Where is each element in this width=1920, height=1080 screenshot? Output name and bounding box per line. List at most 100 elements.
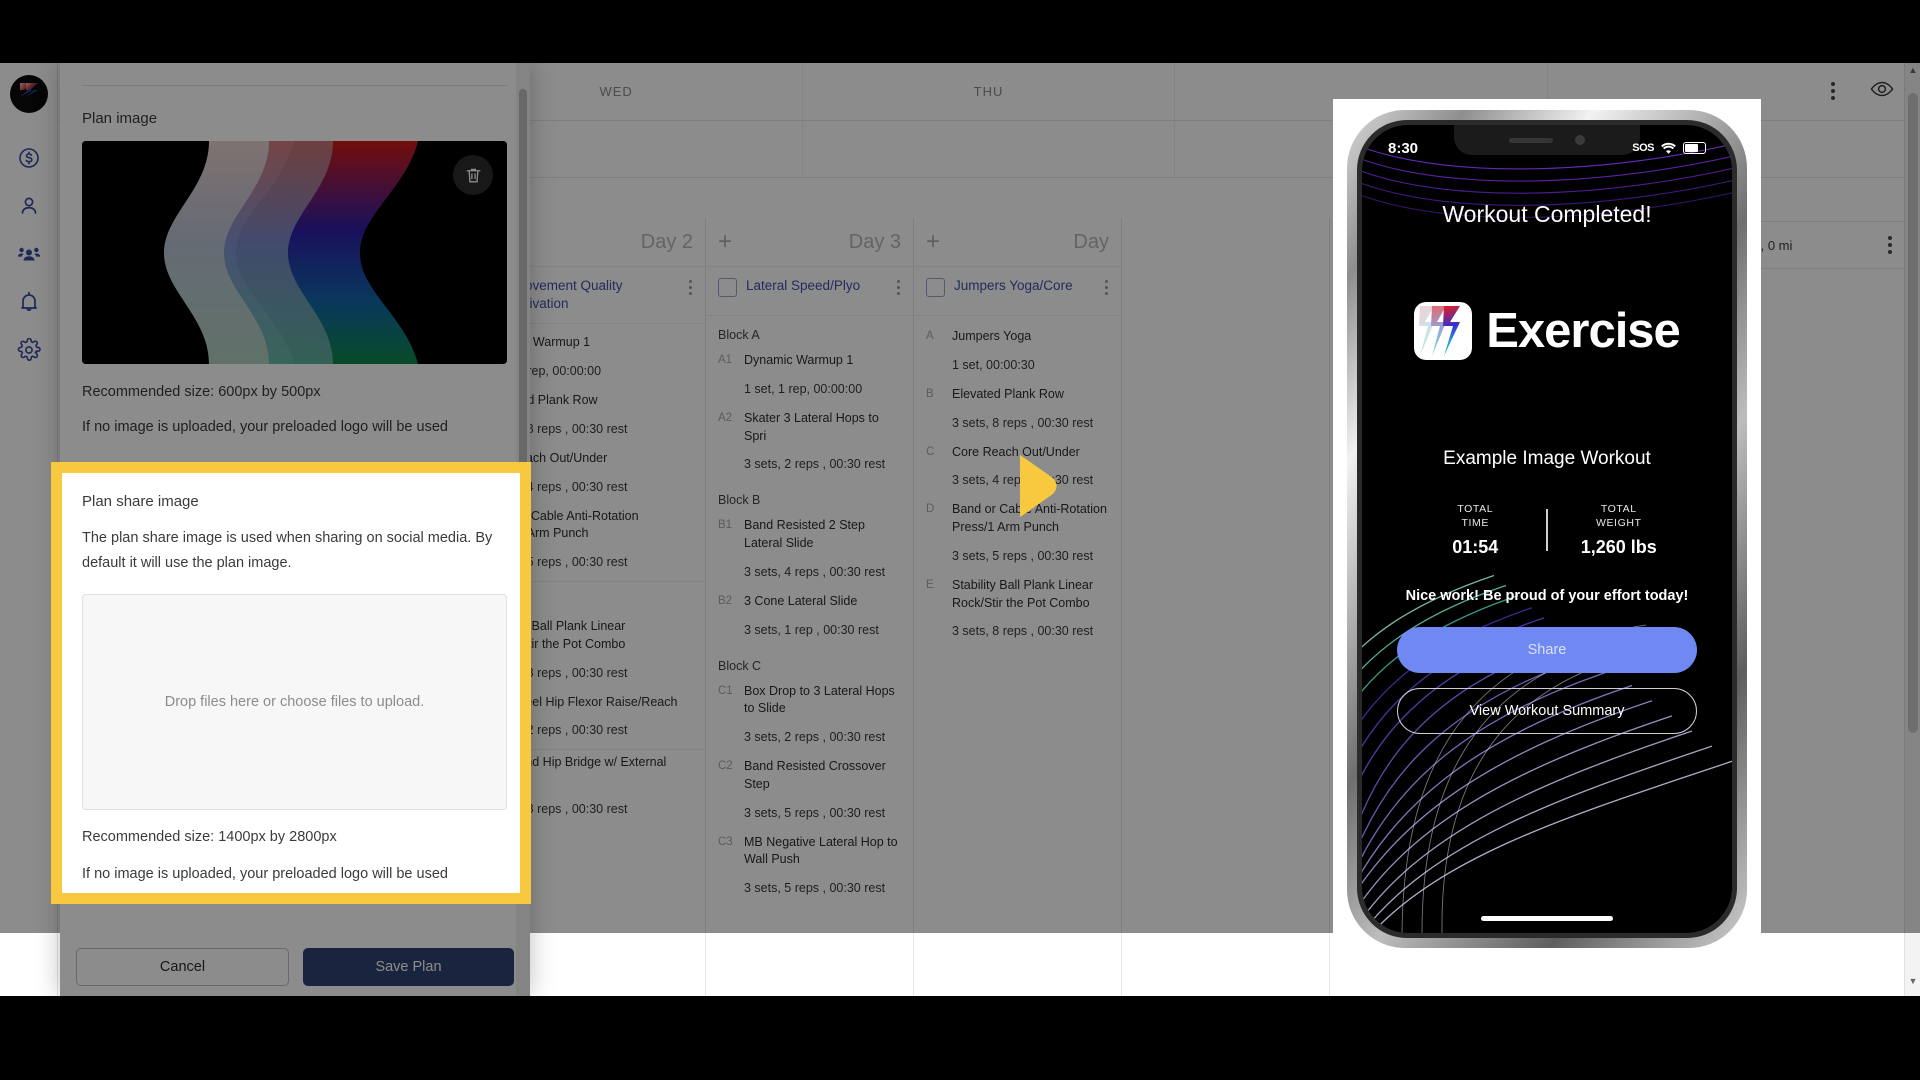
- day-label: Day: [1073, 230, 1109, 253]
- exercise-name: Reach Out/Under: [510, 450, 608, 465]
- preview-eye-icon[interactable]: [1870, 80, 1894, 103]
- sidebar-item-clients[interactable]: [12, 189, 46, 223]
- list-item[interactable]: A2 Skater 3 Lateral Hops to Spri 3 sets,…: [706, 406, 913, 482]
- exercise-meta: 3 sets, 8 reps , 00:30 rest: [952, 624, 1094, 639]
- exercise-meta: 3 sets, 8 reps , 00:30 rest: [952, 415, 1094, 430]
- exercise-name: Jumpers Yoga: [952, 329, 1032, 343]
- list-item[interactable]: D Band or Cable Anti-Rotation Press/1 Ar…: [914, 497, 1121, 573]
- trash-icon: [465, 168, 481, 183]
- list-item[interactable]: B2 3 Cone Lateral Slide 3 sets, 1 rep , …: [706, 589, 913, 647]
- plan-image-fallback-note: If no image is uploaded, your preloaded …: [82, 419, 448, 435]
- modal-footer: Cancel Save Plan: [60, 948, 530, 986]
- brand-name: Exercise: [1486, 304, 1681, 358]
- exercise-name: Band or Cable Anti-Rotation Press/1 Arm …: [952, 502, 1107, 534]
- left-icon-rail: [0, 63, 58, 996]
- plan-share-image-highlight: Plan share image The plan share image is…: [51, 462, 531, 904]
- list-item[interactable]: C1 Box Drop to 3 Lateral Hops to Slide 3…: [706, 679, 913, 755]
- exercise-tag: C2: [718, 760, 733, 772]
- phone-frame: 8:30 SOS Workout Completed! Exercise Exa…: [1347, 110, 1747, 948]
- status-bar: 8:30 SOS: [1362, 137, 1732, 159]
- list-item[interactable]: C3 MB Negative Lateral Hop to Wall Push …: [706, 830, 913, 906]
- exercise-name: ility Ball Plank Linear k/Stir the Pot C…: [510, 619, 626, 651]
- sidebar-item-notifications[interactable]: [12, 285, 46, 319]
- list-item[interactable]: B1 Band Resisted 2 Step Lateral Slide 3 …: [706, 513, 913, 589]
- exercise-tag: A2: [718, 411, 733, 424]
- view-workout-summary-button[interactable]: View Workout Summary: [1397, 688, 1697, 735]
- save-plan-button[interactable]: Save Plan: [303, 948, 514, 986]
- cancel-button[interactable]: Cancel: [76, 948, 289, 986]
- exercise-meta: ts, 2 reps , 00:30 rest: [510, 723, 628, 738]
- exercise-tag: C: [926, 445, 935, 458]
- exercise-meta: ts, 8 reps , 00:30 rest: [510, 421, 628, 436]
- exercise-list: A Jumpers Yoga 1 set, 00:00:30 B Elevate…: [914, 316, 1121, 648]
- workout-header[interactable]: Jumpers Yoga/Core: [914, 266, 1121, 316]
- scroll-up-arrow[interactable]: ▲: [1905, 65, 1920, 83]
- stat-chip-kebab-icon[interactable]: [1888, 233, 1893, 257]
- board-kebab-icon[interactable]: [1831, 79, 1836, 103]
- exercise-name: 3 Cone Lateral Slide: [744, 593, 858, 608]
- exercise-meta: ts, 8 reps , 00:30 rest: [510, 801, 628, 816]
- sidebar-item-settings[interactable]: [12, 333, 46, 367]
- delete-plan-image-button[interactable]: [453, 155, 493, 195]
- workout-header[interactable]: Lateral Speed/Plyo: [706, 266, 913, 316]
- add-day-icon[interactable]: +: [926, 230, 940, 254]
- workout-kebab-icon[interactable]: [1105, 277, 1111, 298]
- list-item[interactable]: C Core Reach Out/Under 3 sets, 4 reps , …: [914, 440, 1121, 498]
- list-item[interactable]: A Jumpers Yoga 1 set, 00:00:30: [914, 324, 1121, 382]
- workout-title: Jumpers Yoga/Core: [954, 278, 1073, 293]
- exercise-meta: 3 sets, 5 reps , 00:30 rest: [952, 548, 1094, 563]
- add-day-icon[interactable]: +: [718, 230, 732, 254]
- day-label: Day 3: [848, 230, 901, 253]
- list-item[interactable]: E Stability Ball Plank Linear Rock/Stir …: [914, 573, 1121, 649]
- brand-lockup: Exercise: [1414, 302, 1681, 360]
- workout-kebab-icon[interactable]: [689, 277, 695, 298]
- screen-root: WED THU lbs, 0 mi Day 2 /Movement Qualit…: [0, 0, 1920, 1080]
- day-column-5: [1122, 218, 1330, 996]
- stat-divider: [1546, 509, 1548, 552]
- exercise-name: MB Negative Lateral Hop to Wall Push: [744, 834, 898, 867]
- list-item[interactable]: A1 Dynamic Warmup 1 1 set, 1 rep, 00:00:…: [706, 348, 913, 406]
- plan-image-recommended-size: Recommended size: 600px by 500px: [82, 384, 321, 400]
- exercise-tag: B1: [718, 519, 733, 532]
- scroll-down-arrow[interactable]: ▼: [1905, 976, 1920, 994]
- stat-value: 1,260 lbs: [1580, 537, 1657, 558]
- workout-checkbox[interactable]: [718, 278, 737, 297]
- home-indicator[interactable]: [1481, 916, 1613, 921]
- exercise-name: Band Resisted 2 Step Lateral Slide: [744, 518, 865, 550]
- exercise-meta: 3 sets, 2 reps , 00:30 rest: [744, 457, 886, 472]
- dow-cell-thu: THU: [803, 63, 1176, 120]
- plan-share-image-dropzone[interactable]: Drop files here or choose files to uploa…: [82, 593, 507, 810]
- scrollbar-thumb[interactable]: [1908, 93, 1918, 733]
- plan-image-graphic: [82, 141, 507, 364]
- exercise-meta: 3 sets, 4 reps , 00:30 rest: [952, 473, 1094, 488]
- exercise-name: Stability Ball Plank Linear Rock/Stir th…: [952, 577, 1094, 610]
- exercise-tag: E: [926, 578, 934, 591]
- exercise-logo[interactable]: [9, 75, 48, 113]
- day-column-header: + Day: [914, 218, 1121, 266]
- status-time: 8:30: [1388, 139, 1419, 157]
- sidebar-item-groups[interactable]: [12, 237, 46, 271]
- workout-checkbox[interactable]: [926, 278, 945, 297]
- block-label: Block A: [718, 328, 760, 342]
- sidebar-item-billing[interactable]: [12, 141, 46, 175]
- wifi-icon: [1661, 142, 1676, 154]
- exercise-name: Core Reach Out/Under: [952, 444, 1080, 459]
- list-item[interactable]: C2 Band Resisted Crossover Step 3 sets, …: [706, 754, 913, 830]
- exercise-name: Elevated Plank Row: [952, 386, 1064, 401]
- exercise-name: Band Resisted Crossover Step: [744, 759, 886, 791]
- exercise-tag: C3: [718, 835, 733, 848]
- app-scrollbar[interactable]: ▲ ▼: [1904, 63, 1920, 996]
- exercise-tag: D: [926, 503, 935, 516]
- list-item[interactable]: B Elevated Plank Row 3 sets, 8 reps , 00…: [914, 382, 1121, 440]
- plan-image-preview[interactable]: [82, 141, 507, 364]
- stat-value: 01:54: [1452, 537, 1499, 558]
- plan-share-fallback-note: If no image is uploaded, your preloaded …: [82, 865, 448, 882]
- exercise-name: Skater 3 Lateral Hops to Spri: [744, 410, 879, 443]
- plan-image-label: Plan image: [82, 110, 158, 127]
- exercise-meta: 1 set, 00:00:30: [952, 357, 1035, 372]
- workout-kebab-icon[interactable]: [897, 277, 903, 298]
- exercise-meta: 3 sets, 1 rep , 00:30 rest: [744, 622, 879, 637]
- battery-icon: [1683, 142, 1706, 154]
- share-button[interactable]: Share: [1397, 627, 1697, 674]
- exercise-name: Kneel Hip Flexor Raise/Reach: [510, 694, 678, 709]
